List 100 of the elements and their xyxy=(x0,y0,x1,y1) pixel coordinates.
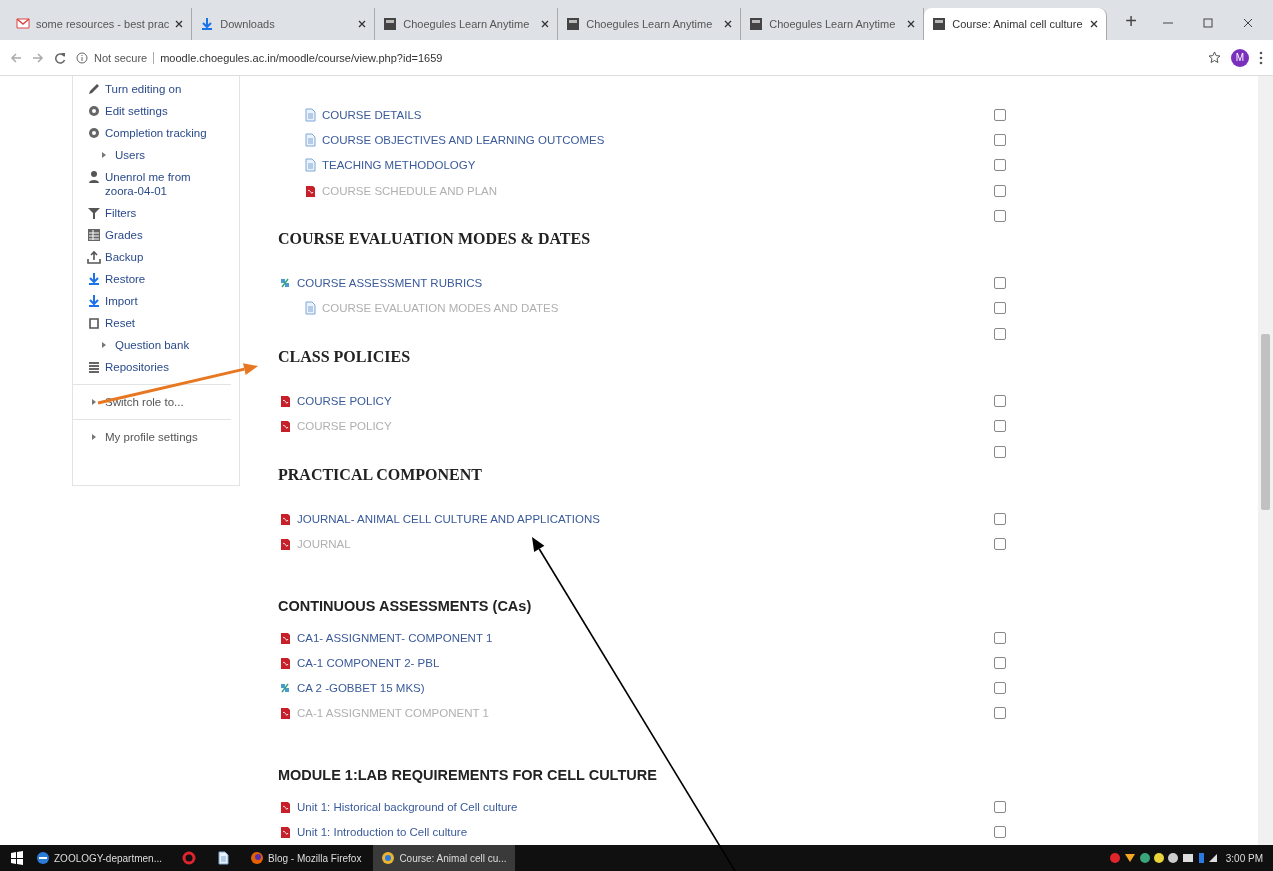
close-icon[interactable] xyxy=(175,20,184,28)
completion-checkbox[interactable] xyxy=(994,277,1006,290)
sidebar-link[interactable]: Completion tracking xyxy=(105,126,215,140)
sidebar-link[interactable]: Question bank xyxy=(115,338,225,352)
sidebar-link[interactable]: Backup xyxy=(105,250,215,264)
completion-checkbox[interactable] xyxy=(994,631,1006,644)
pdf-icon xyxy=(278,799,292,814)
browser-tab[interactable]: some resources - best prac xyxy=(8,8,193,40)
activity-link[interactable]: Unit 1: Historical background of Cell culture xyxy=(297,800,518,813)
completion-checkbox[interactable] xyxy=(994,707,1006,720)
sidebar-link[interactable]: Filters xyxy=(105,206,215,220)
sidebar-link[interactable]: Users xyxy=(115,148,225,162)
sidebar-link[interactable]: Turn editing on xyxy=(105,82,215,96)
star-icon[interactable] xyxy=(1208,51,1221,64)
clock[interactable]: 3:00 PM xyxy=(1225,852,1263,864)
completion-checkbox[interactable] xyxy=(994,133,1006,146)
sidebar-link[interactable]: Repositories xyxy=(105,360,215,374)
tab-title: Choegules Learn Anytime xyxy=(403,18,531,30)
completion-checkbox[interactable] xyxy=(994,159,1006,172)
sidebar-link[interactable]: Switch role to... xyxy=(105,395,215,409)
completion-checkbox[interactable] xyxy=(994,327,1006,340)
completion-checkbox[interactable] xyxy=(994,302,1006,315)
close-icon[interactable] xyxy=(724,20,733,28)
activity-link[interactable]: Unit 1: Introduction to Cell culture xyxy=(297,826,468,838)
close-icon[interactable] xyxy=(1243,18,1253,28)
site-icon xyxy=(566,17,581,31)
section-heading: CONTINUOUS ASSESSMENTS (CAs) xyxy=(278,596,533,616)
close-icon[interactable] xyxy=(358,20,367,28)
taskbar-app[interactable]: Course: Animal cell cu... xyxy=(373,845,515,871)
document-icon xyxy=(303,132,317,147)
completion-checkbox[interactable] xyxy=(994,800,1006,813)
pdf-icon xyxy=(278,537,292,552)
close-icon[interactable] xyxy=(541,20,550,28)
sidebar-link[interactable]: Grades xyxy=(105,228,215,242)
activity-link[interactable]: CA1- ASSIGNMENT- COMPONENT 1 xyxy=(297,631,493,644)
completion-checkbox[interactable] xyxy=(994,826,1006,838)
completion-checkbox[interactable] xyxy=(994,512,1006,525)
pdf-icon xyxy=(278,419,292,434)
tab-title: Choegules Learn Anytime xyxy=(586,18,714,30)
completion-checkbox[interactable] xyxy=(994,108,1006,121)
ring-icon xyxy=(182,851,196,865)
forward-icon[interactable] xyxy=(32,51,44,64)
document-icon xyxy=(303,158,317,173)
activity-link[interactable]: JOURNAL- ANIMAL CELL CULTURE AND APPLICATIONS xyxy=(297,512,600,525)
filter-icon xyxy=(87,206,101,220)
profile-avatar[interactable]: M xyxy=(1231,48,1249,67)
browser-tab[interactable]: Choegules Learn Anytime xyxy=(558,8,742,40)
close-icon[interactable] xyxy=(1090,20,1099,28)
taskbar-app[interactable]: ZOOLOGY-departmen... xyxy=(28,845,170,871)
tab-title: Course: Animal cell culture xyxy=(952,18,1084,30)
completion-checkbox[interactable] xyxy=(994,656,1006,669)
security-label[interactable]: Not secure xyxy=(94,51,148,64)
pencil-icon xyxy=(87,82,101,96)
activity-link[interactable]: COURSE DETAILS xyxy=(322,108,422,121)
sidebar-link[interactable]: Edit settings xyxy=(105,104,215,118)
browser-tab[interactable]: Course: Animal cell culture xyxy=(924,8,1108,40)
document-icon xyxy=(216,851,230,865)
new-tab-button[interactable]: + xyxy=(1119,9,1143,34)
activity-link[interactable]: CA 2 -GOBBET 15 MKS) xyxy=(297,682,425,695)
completion-checkbox[interactable] xyxy=(994,184,1006,197)
sidebar-link[interactable]: Restore xyxy=(105,272,215,286)
section-heading: CLASS POLICIES xyxy=(278,347,412,368)
sidebar-link[interactable]: My profile settings xyxy=(105,430,215,444)
completion-checkbox[interactable] xyxy=(994,682,1006,695)
windows-icon[interactable] xyxy=(10,851,24,865)
tab-title: some resources - best prac xyxy=(36,18,170,30)
more-icon[interactable] xyxy=(1259,50,1263,65)
completion-checkbox[interactable] xyxy=(994,420,1006,433)
download-icon xyxy=(87,294,101,308)
document-icon xyxy=(303,301,317,316)
sidebar-link[interactable]: Reset xyxy=(105,316,215,330)
back-icon[interactable] xyxy=(10,51,22,64)
document-icon xyxy=(303,107,317,122)
taskbar-app[interactable]: Blog - Mozilla Firefox xyxy=(242,845,370,871)
pdf-icon xyxy=(278,655,292,670)
pdf-icon xyxy=(278,706,292,721)
reload-icon[interactable] xyxy=(54,51,66,64)
close-icon[interactable] xyxy=(907,20,916,28)
pdf-icon xyxy=(278,394,292,408)
sidebar-link[interactable]: Import xyxy=(105,294,215,308)
activity-link[interactable]: CA-1 COMPONENT 2- PBL xyxy=(297,656,440,669)
tray-icons-drawing[interactable] xyxy=(1108,852,1219,864)
activity-link[interactable]: COURSE OBJECTIVES AND LEARNING OUTCOMES xyxy=(322,133,605,146)
completion-checkbox[interactable] xyxy=(994,209,1006,222)
maximize-icon[interactable] xyxy=(1203,18,1213,28)
url-field[interactable]: moodle.choegules.ac.in/moodle/course/view.php?id=1659 xyxy=(160,51,443,64)
completion-checkbox[interactable] xyxy=(994,445,1006,458)
download-icon xyxy=(200,17,215,31)
activity-link[interactable]: COURSE POLICY xyxy=(297,395,392,407)
scrollbar-thumb[interactable] xyxy=(1261,334,1270,510)
completion-checkbox[interactable] xyxy=(994,395,1006,407)
activity-link[interactable]: TEACHING METHODOLOGY xyxy=(322,159,476,172)
activity-link[interactable]: COURSE ASSESSMENT RUBRICS xyxy=(297,277,483,290)
globe-icon xyxy=(381,851,396,865)
completion-checkbox[interactable] xyxy=(994,538,1006,551)
site-icon xyxy=(932,17,947,31)
person-icon xyxy=(87,170,101,184)
browser-tab[interactable]: Choegules Learn Anytime xyxy=(375,8,559,40)
browser-tab[interactable]: Downloads xyxy=(192,8,376,40)
sidebar-link[interactable]: Unenrol me from zoora-04-01 xyxy=(105,170,215,198)
